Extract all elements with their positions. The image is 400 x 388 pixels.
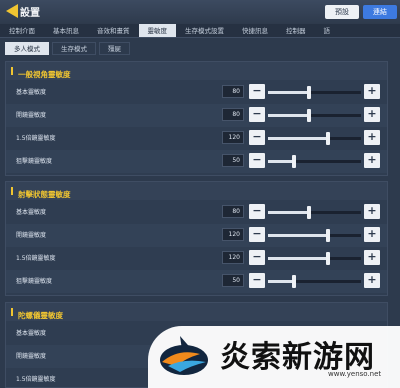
slider-fill — [268, 114, 309, 117]
minus-icon[interactable]: − — [249, 107, 265, 122]
slider-knob[interactable] — [306, 109, 311, 122]
slider-track[interactable] — [268, 160, 361, 163]
value-field[interactable]: 80 — [222, 85, 244, 98]
section-title: 射擊狀態靈敏度 — [18, 190, 71, 199]
value-field[interactable]: 80 — [222, 108, 244, 121]
slider-track[interactable] — [268, 211, 361, 214]
setting-label: 基本靈敏度 — [16, 330, 47, 337]
tab-quick-messages[interactable]: 快捷訊息 — [233, 24, 277, 37]
slider-knob[interactable] — [292, 155, 297, 168]
setting-row: 1.5倍鏡靈敏度 120− + — [6, 127, 387, 150]
section-firing-sensitivity: 射擊狀態靈敏度 基本靈敏度 80− + 開鏡靈敏度 120− + 1.5倍鏡靈敏度 120… — [5, 181, 388, 296]
value-field[interactable]: 120 — [222, 131, 244, 144]
setting-row: 基本靈敏度 80− + — [6, 201, 387, 224]
slider-fill — [268, 91, 309, 94]
setting-row: 1.5倍鏡靈敏度 120− + — [6, 247, 387, 270]
settings-tabs: 控制介面 基本訊息 音效和畫質 靈敏度 生存模式設置 快捷訊息 控制器 語 — [0, 24, 400, 38]
setting-label: 開鏡靈敏度 — [16, 353, 47, 360]
setting-label: 1.5倍鏡靈敏度 — [16, 376, 56, 383]
minus-icon[interactable]: − — [249, 130, 265, 145]
slider-fill — [268, 257, 328, 260]
minus-icon[interactable]: − — [249, 204, 265, 219]
tab-basic-info[interactable]: 基本訊息 — [44, 24, 88, 37]
minus-icon[interactable]: − — [249, 273, 265, 288]
setting-label: 1.5倍鏡靈敏度 — [16, 135, 56, 142]
plus-icon[interactable]: + — [364, 250, 380, 265]
slider-fill — [268, 137, 328, 140]
section-header: 一般視角靈敏度 — [6, 62, 387, 80]
subtab-survival[interactable]: 生存模式 — [52, 42, 96, 55]
slider-knob[interactable] — [306, 86, 311, 99]
plus-icon[interactable]: + — [364, 107, 380, 122]
section-title: 一般視角靈敏度 — [18, 70, 71, 79]
minus-icon[interactable]: − — [249, 227, 265, 242]
section-header: 射擊狀態靈敏度 — [6, 182, 387, 200]
tab-controller[interactable]: 控制器 — [277, 24, 315, 37]
slider-track[interactable] — [268, 234, 361, 237]
setting-label: 開鏡靈敏度 — [16, 232, 47, 239]
tab-controls[interactable]: 控制介面 — [0, 24, 44, 37]
tab-sensitivity[interactable]: 靈敏度 — [138, 24, 176, 37]
mode-subtabs: 多人模式 生存模式 殭屍 — [5, 42, 133, 55]
value-field[interactable]: 80 — [222, 205, 244, 218]
slider-track[interactable] — [268, 137, 361, 140]
title-bar: 設置 預設 連結 — [0, 0, 400, 24]
connect-button[interactable]: 連結 — [363, 5, 397, 19]
slider-track[interactable] — [268, 257, 361, 260]
tab-audio-graphics[interactable]: 音效和畫質 — [88, 24, 139, 37]
watermark-logo-icon — [160, 336, 208, 375]
slider-knob[interactable] — [325, 252, 330, 265]
setting-label: 狙擊鏡靈敏度 — [16, 158, 53, 165]
section-camera-sensitivity: 一般視角靈敏度 基本靈敏度 80− + 開鏡靈敏度 80− + 1.5倍鏡靈敏度 120−… — [5, 61, 388, 176]
slider-fill — [268, 280, 295, 283]
watermark: 炎索新游网 www.yenso.net — [148, 326, 400, 388]
setting-label: 開鏡靈敏度 — [16, 112, 47, 119]
tab-language[interactable]: 語 — [315, 24, 340, 37]
setting-label: 基本靈敏度 — [16, 209, 47, 216]
setting-row: 狙擊鏡靈敏度 50− + — [6, 270, 387, 293]
plus-icon[interactable]: + — [364, 153, 380, 168]
minus-icon[interactable]: − — [249, 250, 265, 265]
slider-knob[interactable] — [292, 275, 297, 288]
subtab-multiplayer[interactable]: 多人模式 — [5, 42, 49, 55]
minus-icon[interactable]: − — [249, 84, 265, 99]
slider-track[interactable] — [268, 280, 361, 283]
setting-label: 基本靈敏度 — [16, 89, 47, 96]
slider-knob[interactable] — [325, 132, 330, 145]
setting-row: 開鏡靈敏度 80− + — [6, 104, 387, 127]
slider-fill — [268, 211, 309, 214]
slider-fill — [268, 160, 295, 163]
setting-row: 開鏡靈敏度 120− + — [6, 224, 387, 247]
slider-track[interactable] — [268, 114, 361, 117]
page-title: 設置 — [20, 8, 40, 19]
slider-track[interactable] — [268, 91, 361, 94]
preset-button[interactable]: 預設 — [325, 5, 359, 19]
setting-row: 基本靈敏度 80− + — [6, 81, 387, 104]
plus-icon[interactable]: + — [364, 273, 380, 288]
setting-label: 1.5倍鏡靈敏度 — [16, 255, 56, 262]
watermark-url: www.yenso.net — [328, 370, 382, 378]
tab-survival-settings[interactable]: 生存模式設置 — [176, 24, 233, 37]
slider-knob[interactable] — [306, 206, 311, 219]
value-field[interactable]: 120 — [222, 228, 244, 241]
plus-icon[interactable]: + — [364, 130, 380, 145]
value-field[interactable]: 50 — [222, 154, 244, 167]
plus-icon[interactable]: + — [364, 227, 380, 242]
slider-fill — [268, 234, 328, 237]
value-field[interactable]: 50 — [222, 274, 244, 287]
minus-icon[interactable]: − — [249, 153, 265, 168]
slider-knob[interactable] — [325, 229, 330, 242]
value-field[interactable]: 120 — [222, 251, 244, 264]
plus-icon[interactable]: + — [364, 84, 380, 99]
setting-label: 狙擊鏡靈敏度 — [16, 278, 53, 285]
subtab-zombie[interactable]: 殭屍 — [99, 42, 130, 55]
setting-row: 狙擊鏡靈敏度 50− + — [6, 150, 387, 173]
section-title: 陀螺儀靈敏度 — [18, 311, 63, 320]
section-header: 陀螺儀靈敏度 — [6, 303, 387, 321]
back-arrow-icon[interactable] — [6, 4, 18, 18]
plus-icon[interactable]: + — [364, 204, 380, 219]
